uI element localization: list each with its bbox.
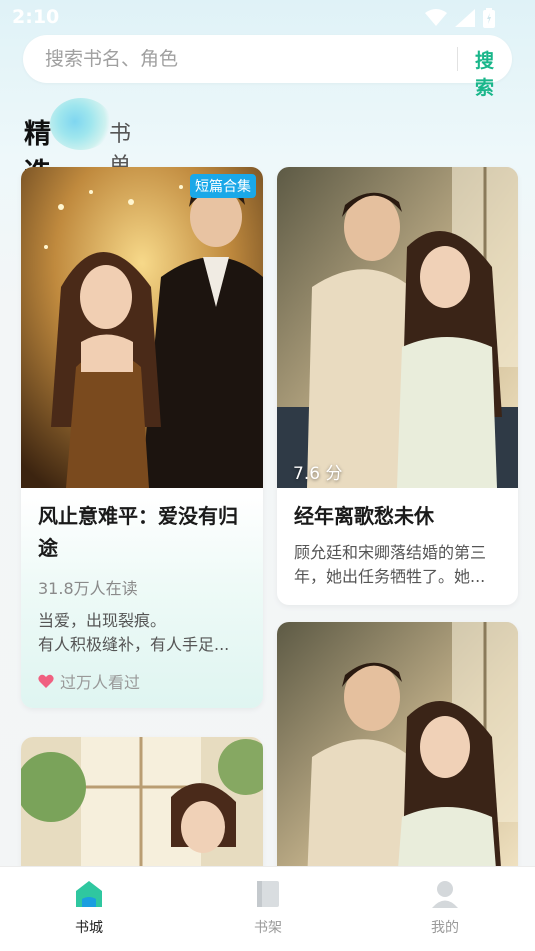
status-time: 2:10: [12, 6, 60, 28]
signal-icon: [455, 9, 475, 27]
battery-icon: [483, 8, 495, 28]
book-title-continued: 途: [38, 536, 58, 560]
nav-label-bookshelf: 书架: [254, 920, 282, 936]
book-card[interactable]: [21, 737, 263, 887]
search-bar: 搜索: [23, 35, 512, 99]
nav-bookshelf[interactable]: 书架: [228, 877, 308, 937]
bottom-navigation: 书城 书架 我的: [0, 866, 535, 951]
search-divider: [457, 47, 458, 71]
profile-icon: [432, 881, 458, 908]
search-button[interactable]: 搜索: [475, 46, 512, 100]
nav-label-profile: 我的: [431, 920, 459, 936]
book-cover-image: [277, 622, 518, 882]
book-title: 经年离歌愁未休: [294, 504, 434, 528]
bookstore-icon: [76, 881, 102, 907]
viewed-count: 过万人看过: [38, 669, 140, 693]
book-card[interactable]: 7.6 分 经年离歌愁未休 顾允廷和宋卿落结婚的第三 年，她出任务牺牲了。她..…: [277, 167, 518, 605]
nav-label-bookstore: 书城: [75, 920, 103, 936]
book-description: 当爱，出现裂痕。: [38, 611, 167, 630]
rating-score: 7.6 分: [293, 464, 343, 484]
reader-count: 31.8万人在读: [38, 579, 138, 598]
viewed-label: 过万人看过: [60, 673, 141, 692]
book-title: 风止意难平：爱没有归: [38, 504, 238, 528]
book-description-continued: 有人积极缝补，有人手足...: [38, 635, 230, 654]
nav-profile[interactable]: 我的: [405, 877, 485, 937]
book-description: 顾允廷和宋卿落结婚的第三: [294, 543, 487, 562]
search-input[interactable]: [45, 47, 425, 71]
heart-icon: [38, 674, 54, 688]
book-cover-image: 7.6 分: [277, 167, 518, 488]
nav-bookstore[interactable]: 书城: [49, 877, 129, 937]
short-collection-badge: 短篇合集: [190, 174, 256, 198]
book-description-continued: 年，她出任务牺牲了。她...: [294, 567, 486, 586]
book-card[interactable]: 短篇合集 风止意难平：爱没有归 途 31.8万人在读 当爱，出现裂痕。 有人积极…: [21, 167, 263, 708]
active-tab-highlight: [50, 98, 112, 150]
book-cover-image: 短篇合集: [21, 167, 263, 488]
book-cover-image: [21, 737, 263, 887]
wifi-icon: [425, 9, 447, 26]
bookshelf-icon: [257, 881, 279, 907]
status-icons: [425, 8, 495, 28]
book-card[interactable]: [277, 622, 518, 882]
status-bar: 2:10: [0, 0, 535, 34]
